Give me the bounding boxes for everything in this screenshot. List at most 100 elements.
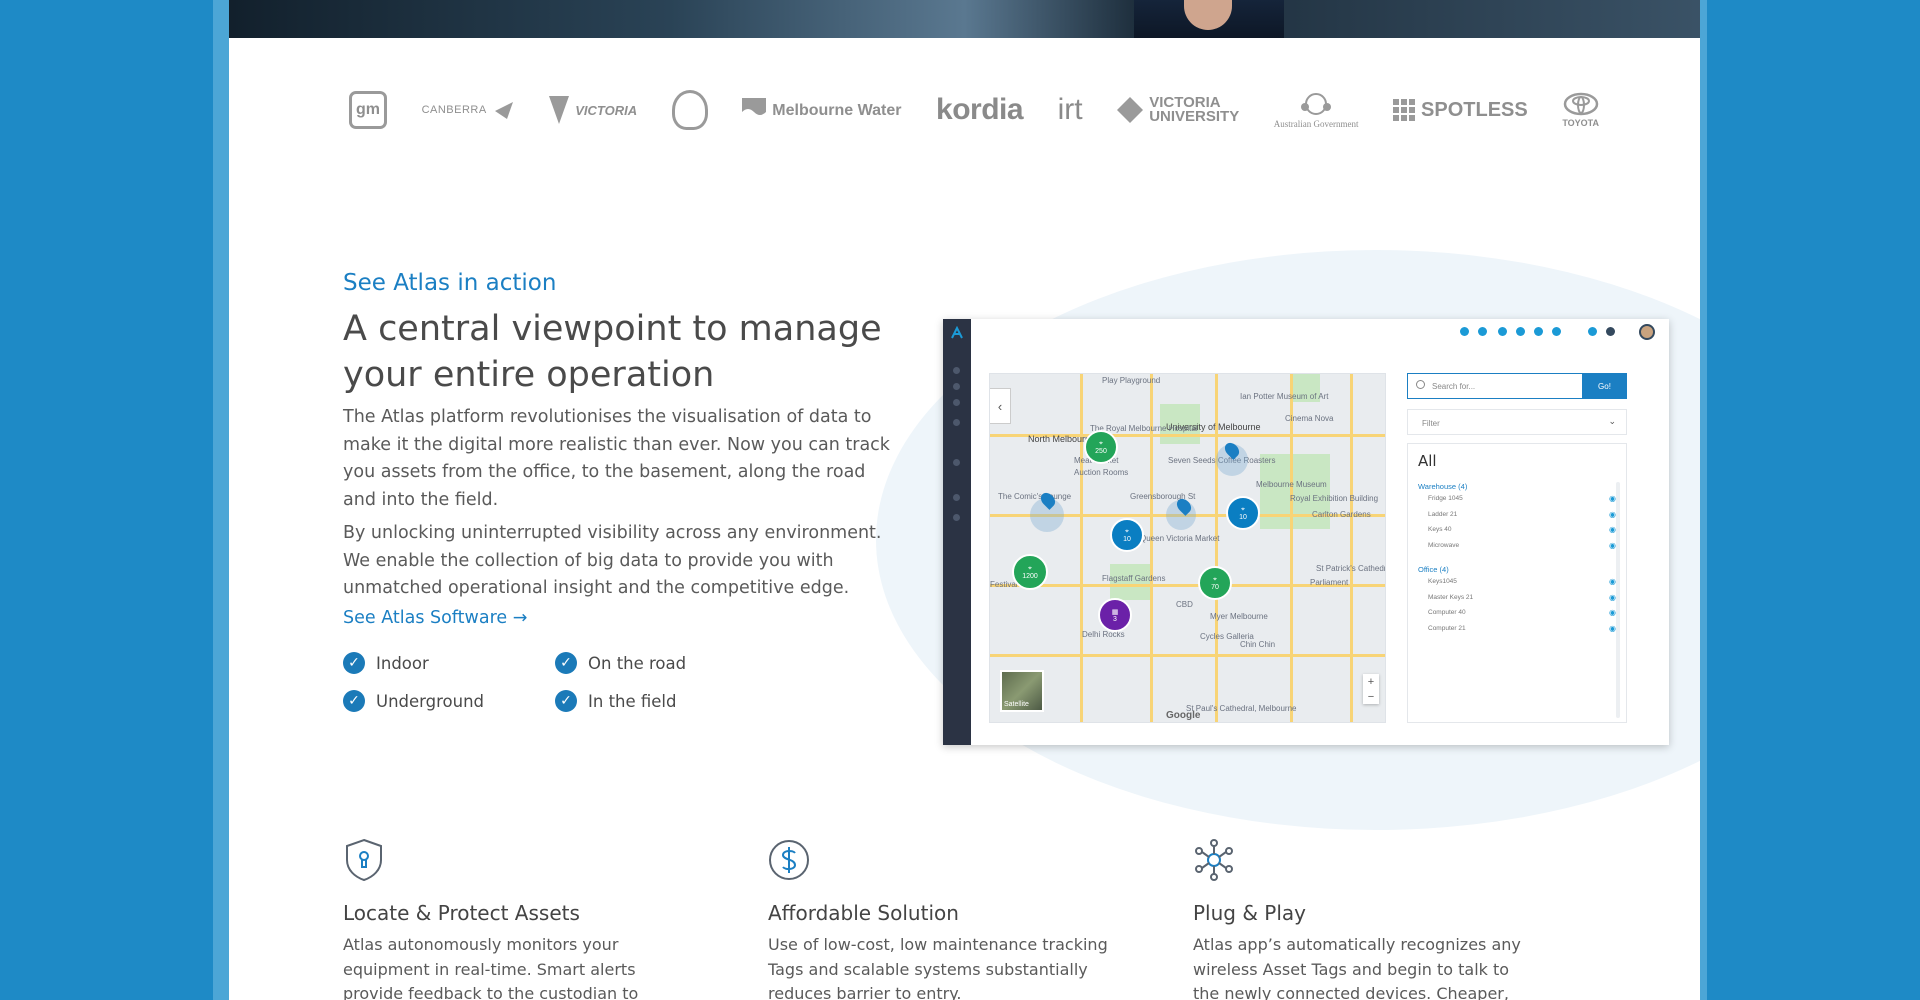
cluster-pin-icon: ⌖ [1028,564,1032,572]
satellite-toggle[interactable]: Satellite [1000,670,1044,712]
sidebar-nav-icon[interactable] [953,367,960,374]
view-icon[interactable]: ◉ [1609,525,1616,534]
logo-spotless: SPOTLESS [1393,99,1528,122]
sidebar-nav-icon[interactable] [953,383,960,390]
cluster-pin-icon: ⌖ [1099,439,1103,447]
map-label: Queen Victoria Market [1140,534,1220,543]
network-icon[interactable] [1478,327,1487,336]
map-label: CBD [1176,600,1193,609]
tree-item[interactable]: Keys 40 ◉ [1418,522,1616,538]
triangle-icon [549,96,570,124]
logo-victoria-state: VICTORIA [549,96,637,124]
filter-dropdown[interactable]: Filter ⌄ [1407,409,1627,435]
cluster-pin-icon: ⌖ [1125,527,1129,535]
atlas-logo-icon [951,326,963,339]
sidebar-nav-icon[interactable] [953,494,960,501]
card-affordable: Affordable Solution Use of low-cost, low… [768,838,1108,1000]
view-icon[interactable]: ◉ [1609,510,1616,519]
view-icon[interactable]: ◉ [1609,541,1616,550]
map-label: Ian Potter Museum of Art [1240,392,1329,401]
sidebar-nav-icon[interactable] [953,419,960,426]
map-road [1290,374,1293,722]
section-eyebrow: See Atlas in action [343,270,557,296]
frame-band-left [213,0,229,1000]
map-cluster[interactable]: ⌖ 1200 [1012,554,1048,590]
user-avatar[interactable] [1639,324,1655,340]
map-label: Auction Rooms [1074,468,1129,477]
chevron-down-icon: ⌄ [1608,416,1616,426]
tree-item[interactable]: Fridge 1045 ◉ [1418,491,1616,507]
sidebar-nav-icon[interactable] [953,459,960,466]
zoom-in-button[interactable]: + [1368,676,1374,688]
sidebar-nav-icon[interactable] [953,399,960,406]
document-icon[interactable] [1552,327,1561,336]
search-go-button[interactable]: Go! [1582,373,1627,399]
tree-item[interactable]: Keys1045 ◉ [1418,574,1616,590]
tree-scrollbar[interactable] [1616,482,1620,718]
tree-title: All [1418,452,1437,470]
tree-group-warehouse[interactable]: Warehouse (4) [1418,482,1616,491]
person-icon[interactable] [1516,327,1525,336]
tree-item[interactable]: Computer 40 ◉ [1418,605,1616,621]
check-icon: ✓ [555,690,577,712]
map-collapse-button[interactable]: ‹ [990,388,1011,424]
feature-on-the-road: ✓ On the road [555,652,686,674]
card-locate-protect: Locate & Protect Assets Atlas autonomous… [343,838,683,1000]
map-cluster[interactable]: ⌖ 250 [1084,430,1118,464]
coat-of-arms-icon [1301,93,1332,115]
card-plug-play: Plug & Play Atlas app’s automatically re… [1193,838,1533,1000]
map-cluster[interactable]: ⌖ 70 [1198,566,1232,600]
card-title: Plug & Play [1193,901,1307,925]
tree-item[interactable]: Microwave ◉ [1418,538,1616,554]
logo-australian-government: Australian Government [1274,91,1358,129]
check-icon: ✓ [343,652,365,674]
dashboard-screenshot: Play Playground North Melbourne Universi… [943,319,1669,745]
map-label: St Patrick's Cathedral [1316,564,1386,573]
map-label: Play Playground [1102,376,1161,385]
map-label: Myer Melbourne [1210,612,1268,621]
tree-group-office[interactable]: Office (4) [1418,565,1616,574]
view-icon[interactable]: ◉ [1609,624,1616,633]
tree-item[interactable]: Computer 21 ◉ [1418,621,1616,637]
map-label: St Paul's Cathedral, Melbourne [1186,704,1297,713]
tree-item[interactable]: Master Keys 21 ◉ [1418,590,1616,606]
map-label: Flagstaff Gardens [1102,574,1166,583]
dollar-icon [769,840,809,880]
view-icon[interactable]: ◉ [1609,608,1616,617]
search-icon [1416,380,1425,389]
dashboard-sidebar [943,319,971,745]
network-hub-icon [1195,839,1233,881]
map-view[interactable]: Play Playground North Melbourne Universi… [989,373,1386,723]
tree-item[interactable]: Ladder 21 ◉ [1418,507,1616,523]
zoom-out-button[interactable]: − [1368,691,1374,703]
cloud-icon[interactable] [1460,327,1469,336]
sidebar-nav-icon[interactable] [953,514,960,521]
map-label: Royal Exhibition Building [1290,494,1379,503]
logo-toyota: TOYOTA [1562,92,1599,128]
asset-tree: All Warehouse (4) Fridge 1045 ◉ Ladder 21… [1407,443,1627,723]
see-atlas-software-link[interactable]: See Atlas Software → [343,608,527,628]
card-title: Locate & Protect Assets [343,901,580,925]
map-zoom-control: + − [1363,674,1379,704]
check-circle-icon[interactable] [1534,327,1543,336]
asset-panel: Search for... Go! Filter ⌄ All Warehouse… [1407,373,1627,723]
diamond-icon [1117,97,1144,123]
view-icon[interactable]: ◉ [1609,593,1616,602]
heart-icon[interactable] [1588,327,1597,336]
view-icon[interactable]: ◉ [1609,494,1616,503]
view-icon[interactable]: ◉ [1609,577,1616,586]
card-text: Atlas autonomously monitors your equipme… [343,935,639,1000]
map-cluster[interactable]: ⌖ 10 [1226,496,1260,530]
map-cluster[interactable]: ▦ 3 [1098,598,1132,632]
map-cluster[interactable]: ⌖ 10 [1110,518,1144,552]
bell-icon[interactable] [1606,327,1615,336]
logo-irt: irt [1057,93,1083,126]
warning-icon[interactable] [1498,327,1507,336]
client-logos: gm CANBERRA VICTORIA Melbourne Water kor… [349,85,1599,135]
google-logo: Google [1166,710,1201,721]
cluster-pin-icon: ⌖ [1241,505,1245,513]
check-icon: ✓ [555,652,577,674]
search-input[interactable]: Search for... [1407,373,1582,399]
section-paragraph-2: By unlocking uninterrupted visibility ac… [343,523,882,598]
card-title: Affordable Solution [768,901,959,925]
